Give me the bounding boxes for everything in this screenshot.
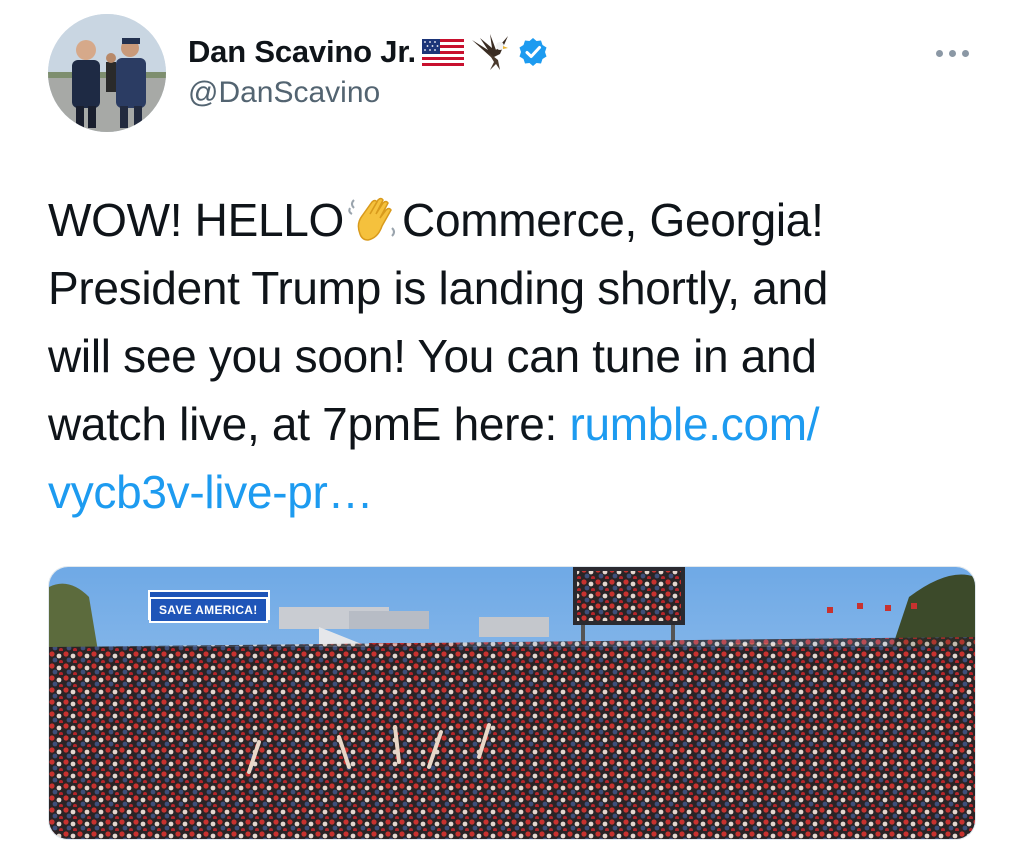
tweet-text-line: will see you soon! You can tune in and [48,330,817,382]
author-handle[interactable]: @DanScavino [188,76,380,110]
avatar[interactable] [48,14,166,132]
more-dot-icon [948,49,956,57]
us-flag-emoji [421,38,464,66]
tweet-text-line: President Trump is landing shortly, and [48,262,829,314]
more-dot-icon [935,49,943,57]
tweet-text-segment: Commerce, Georgia! [402,194,824,246]
media-banner-text: SAVE AMERICA! [149,597,268,623]
verified-badge-icon [518,37,548,67]
tweet-text-line: WOW! HELLO Commerce, Georgia! [48,186,988,254]
tweet-text-line: vycb3v-live-pr… [48,458,988,526]
tweet[interactable]: Dan Scavino Jr. @DanScavino WOW! HELLO C… [0,0,1024,864]
eagle-emoji [470,32,512,72]
avatar-photo [48,14,166,132]
tweet-link[interactable]: rumble.com/ [569,398,819,450]
author-name-row[interactable]: Dan Scavino Jr. [188,30,548,74]
more-dot-icon [961,49,969,57]
more-options-button[interactable] [928,38,976,68]
tweet-text: WOW! HELLO Commerce, Georgia! President … [48,186,988,526]
tweet-text-segment: watch live, at 7pmE here: [48,398,570,450]
author-display-name[interactable]: Dan Scavino Jr. [188,34,416,70]
tweet-link-continued[interactable]: vycb3v-live-pr… [48,466,374,518]
tweet-media-photo[interactable]: SAVE AMERICA! [48,566,976,840]
tweet-text-segment: WOW! HELLO [48,194,345,246]
tweet-text-line: watch live, at 7pmE here: rumble.com/ [48,390,988,458]
waving-hand-emoji [346,194,400,244]
